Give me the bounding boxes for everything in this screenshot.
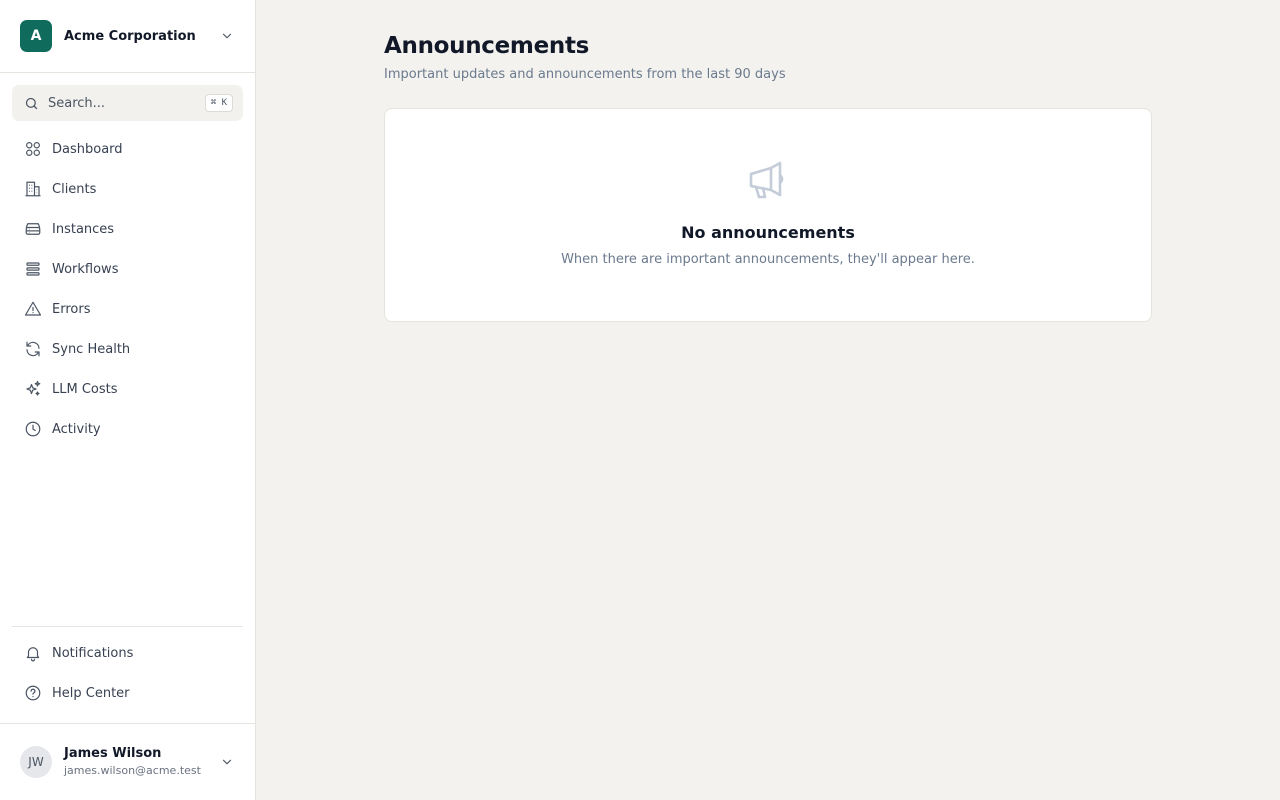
sidebar-item-label: Workflows [52,261,119,277]
user-email: james.wilson@acme.test [64,764,201,777]
alert-triangle-icon [24,300,42,318]
sidebar-item-label: Instances [52,221,115,237]
sidebar-item-sync-health[interactable]: Sync Health [12,331,243,367]
sidebar-item-instances[interactable]: Instances [12,211,243,247]
empty-state-text: When there are important announcements, … [561,252,975,267]
help-circle-icon [24,684,42,702]
building-icon [24,180,42,198]
sidebar-item-label: Errors [52,301,91,317]
main-nav: Dashboard Clients Instances Workflows Er… [0,129,255,451]
search-input[interactable]: Search... ⌘ K [12,85,243,121]
sidebar-item-label: Sync Health [52,341,131,357]
announcements-empty-state: No announcements When there are importan… [384,108,1152,322]
page-title: Announcements [384,33,590,59]
app-shell: A Acme Corporation Search... ⌘ K Dashboa… [0,0,1280,800]
server-icon [24,220,42,238]
sidebar-item-llm-costs[interactable]: LLM Costs [12,371,243,407]
chevron-down-icon [219,28,235,44]
sidebar-item-notifications[interactable]: Notifications [12,635,243,671]
clock-icon [24,420,42,438]
sidebar-item-errors[interactable]: Errors [12,291,243,327]
sparkles-icon [24,380,42,398]
sidebar: A Acme Corporation Search... ⌘ K Dashboa… [0,0,256,800]
user-name: James Wilson [64,746,162,761]
user-menu[interactable]: JW James Wilson james.wilson@acme.test [0,723,255,800]
sidebar-item-label: LLM Costs [52,381,118,397]
sidebar-item-help-center[interactable]: Help Center [12,675,243,711]
search-placeholder: Search... [48,95,106,111]
sidebar-item-workflows[interactable]: Workflows [12,251,243,287]
empty-state-title: No announcements [681,223,855,242]
grid-icon [24,140,42,158]
org-logo: A [20,20,52,52]
bell-icon [24,644,42,662]
list-icon [24,260,42,278]
refresh-icon [24,340,42,358]
main-content: Announcements Important updates and anno… [256,0,1280,800]
search-shortcut: ⌘ K [204,94,233,112]
avatar: JW [20,746,52,778]
sidebar-item-label: Notifications [52,645,134,661]
sidebar-item-dashboard[interactable]: Dashboard [12,131,243,167]
page-subtitle: Important updates and announcements from… [384,67,786,82]
org-switcher[interactable]: A Acme Corporation [0,0,255,73]
sidebar-item-label: Dashboard [52,141,123,157]
user-info: James Wilson james.wilson@acme.test [64,745,219,779]
sidebar-item-label: Help Center [52,685,130,701]
sidebar-item-clients[interactable]: Clients [12,171,243,207]
sidebar-item-label: Activity [52,421,101,437]
org-name: Acme Corporation [64,28,196,44]
megaphone-icon [746,159,790,203]
chevron-down-icon [219,754,235,770]
sidebar-item-activity[interactable]: Activity [12,411,243,447]
search-icon [24,95,40,111]
secondary-nav: Notifications Help Center [12,626,243,723]
sidebar-item-label: Clients [52,181,97,197]
